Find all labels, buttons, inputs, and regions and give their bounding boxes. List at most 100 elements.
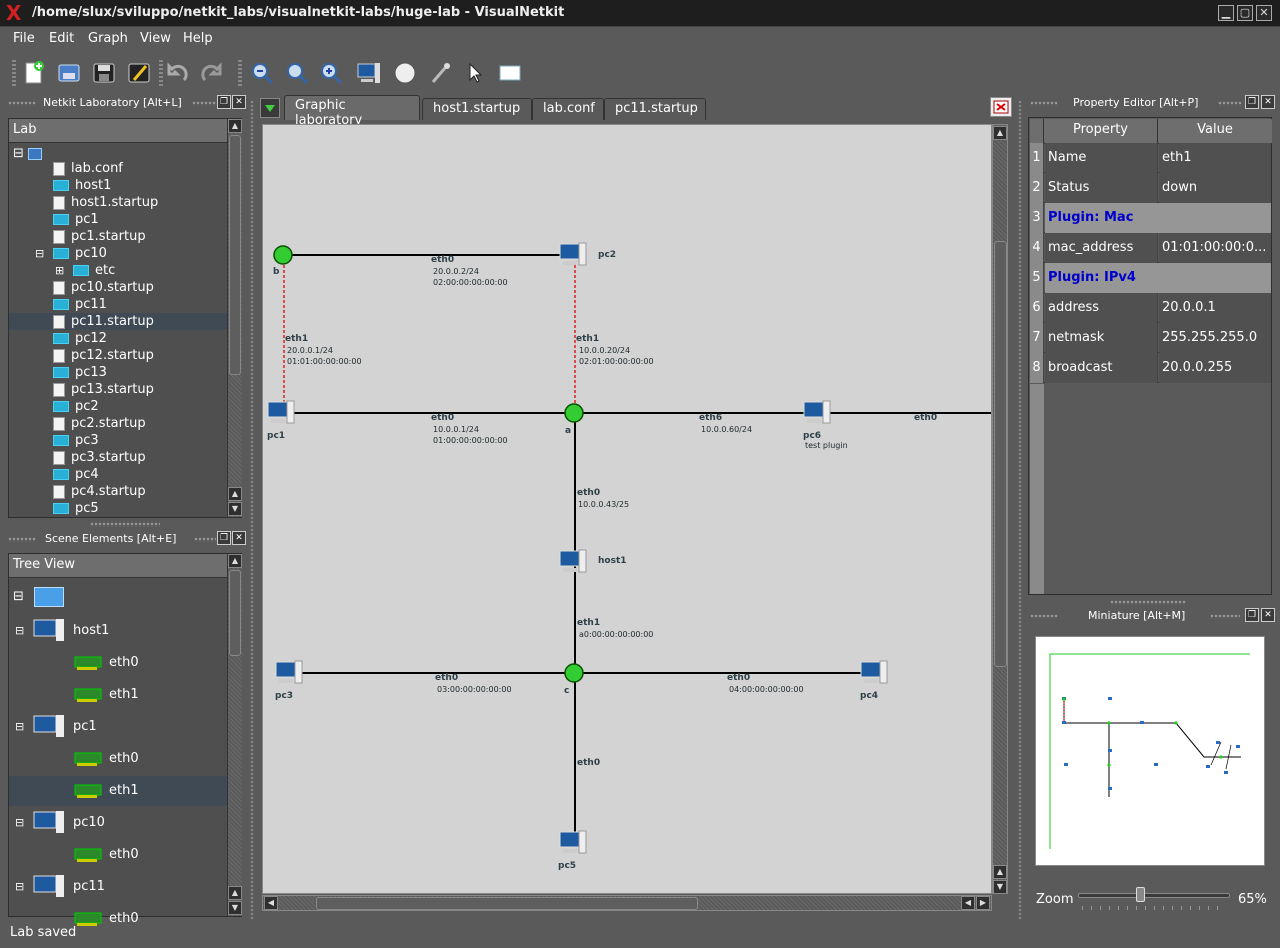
dock-grip[interactable]	[1030, 101, 1058, 106]
property-row[interactable]: 7 netmask 255.255.255.0	[1030, 323, 1271, 353]
lab-tree-item[interactable]: ⊟ pc10	[35, 245, 223, 262]
node-a[interactable]	[564, 403, 584, 423]
lab-tree-item[interactable]: pc10.startup	[53, 279, 223, 296]
zoom-fit-icon[interactable]	[284, 60, 310, 86]
scroll-left-button-2[interactable]: ◀	[961, 896, 975, 910]
scroll-thumb[interactable]	[229, 135, 241, 375]
property-value[interactable]: 01:01:00:00:0...	[1159, 233, 1271, 263]
host-pc1-icon[interactable]	[267, 400, 297, 426]
scroll-down-button[interactable]: ▼	[228, 502, 242, 516]
lab-tree-item[interactable]: host1	[53, 177, 223, 194]
scene-dock-close-button[interactable]: ✕	[232, 531, 246, 545]
property-dock-float-button[interactable]: ❐	[1245, 95, 1259, 109]
undo-icon[interactable]	[164, 60, 190, 86]
node-b[interactable]	[273, 245, 293, 265]
host-pc2-icon[interactable]	[559, 242, 589, 268]
pointer-icon[interactable]	[462, 60, 488, 86]
scene-tree-item[interactable]: eth0	[73, 744, 253, 774]
zoom-slider-track[interactable]	[1078, 893, 1230, 898]
dock-grip-right[interactable]	[192, 101, 216, 106]
menu-graph[interactable]: Graph	[88, 31, 128, 46]
menu-help[interactable]: Help	[183, 31, 213, 46]
scene-tree-item[interactable]: eth0	[73, 904, 253, 934]
scroll-down-button[interactable]: ▼	[993, 880, 1007, 894]
dock-grip[interactable]	[1030, 614, 1058, 619]
zoom-in-icon[interactable]	[318, 60, 344, 86]
close-tab-button[interactable]	[990, 97, 1012, 117]
lab-tree-item[interactable]: pc4.startup	[53, 483, 223, 500]
host-pc3-icon[interactable]	[275, 660, 305, 686]
add-collision-domain-icon[interactable]	[392, 60, 418, 86]
lab-dock-close-button[interactable]: ✕	[232, 95, 246, 109]
dock-grip[interactable]	[8, 101, 36, 106]
maximize-button[interactable]: ▢	[1237, 5, 1253, 21]
property-value[interactable]: down	[1159, 173, 1271, 203]
lab-tree-item[interactable]: pc3	[53, 432, 223, 449]
lab-tree-item[interactable]: pc12.startup	[53, 347, 223, 364]
lab-tree-item[interactable]: pc1	[53, 211, 223, 228]
toolbar-grip[interactable]	[12, 60, 16, 88]
scroll-down-button[interactable]: ▼	[228, 901, 242, 915]
lab-tree-item[interactable]: pc11	[53, 296, 223, 313]
menu-view[interactable]: View	[140, 31, 171, 46]
dock-splitter[interactable]	[90, 522, 160, 527]
scroll-thumb[interactable]	[229, 570, 241, 656]
host-pc4-icon[interactable]	[860, 660, 890, 686]
canvas-hscrollbar[interactable]: ◀ ◀ ▶	[262, 895, 992, 911]
scroll-thumb[interactable]	[316, 897, 698, 910]
miniature-dock-close-button[interactable]: ✕	[1261, 608, 1275, 622]
property-value[interactable]: 20.0.0.1	[1159, 293, 1271, 323]
host-host1-icon[interactable]	[559, 549, 589, 575]
lab-tree-item[interactable]: pc11.startup	[9, 313, 227, 330]
col-header-value[interactable]: Value	[1158, 119, 1272, 144]
miniature-view[interactable]	[1035, 636, 1265, 866]
property-plugin-row[interactable]: 3 Plugin: Mac	[1030, 203, 1271, 233]
lab-tree-item[interactable]: pc5	[53, 500, 223, 517]
add-link-icon[interactable]	[427, 60, 453, 86]
property-row[interactable]: 4 mac_address 01:01:00:00:0...	[1030, 233, 1271, 263]
add-host-icon[interactable]	[356, 60, 382, 86]
property-plugin-row[interactable]: 5 Plugin: IPv4	[1030, 263, 1271, 293]
scroll-up-button-2[interactable]: ▲	[228, 886, 242, 900]
menu-edit[interactable]: Edit	[49, 31, 74, 46]
lab-tree-item[interactable]: pc3.startup	[53, 449, 223, 466]
host-pc5-icon[interactable]	[559, 830, 589, 856]
lab-tree-item[interactable]: host1.startup	[53, 194, 223, 211]
close-button[interactable]: ✕	[1256, 5, 1272, 21]
scene-tree-item[interactable]: eth1	[9, 776, 227, 806]
property-value[interactable]: 20.0.0.255	[1159, 353, 1271, 383]
host-pc6-icon[interactable]	[803, 400, 833, 426]
tab-lab-conf[interactable]: lab.conf	[532, 98, 604, 120]
lab-tree-item[interactable]: pc13.startup	[53, 381, 223, 398]
lab-tree-item[interactable]: pc2	[53, 398, 223, 415]
scroll-up-button-2[interactable]: ▲	[993, 865, 1007, 879]
splitter-left[interactable]	[250, 100, 254, 920]
lab-dock-float-button[interactable]: ❐	[217, 95, 231, 109]
scroll-up-button-2[interactable]: ▲	[228, 487, 242, 501]
property-value[interactable]: eth1	[1159, 143, 1271, 173]
lab-root-node[interactable]: ⊟	[13, 145, 53, 162]
tab-menu-button[interactable]	[260, 98, 280, 118]
scroll-left-button[interactable]: ◀	[264, 896, 278, 910]
scene-tree-item[interactable]: eth0	[73, 648, 253, 678]
select-area-icon[interactable]	[497, 60, 523, 86]
graph-canvas[interactable]: b pc2 pc1 a pc6 test plugin host1 pc3 c …	[262, 124, 992, 894]
scene-root-node[interactable]: ⊟	[13, 584, 83, 610]
scroll-thumb[interactable]	[994, 241, 1007, 667]
dock-grip-right[interactable]	[1210, 614, 1240, 619]
dock-grip-right[interactable]	[1218, 101, 1242, 106]
property-value[interactable]: 255.255.255.0	[1159, 323, 1271, 353]
scroll-up-button[interactable]: ▲	[993, 126, 1007, 140]
scene-tree-item[interactable]: ⊟ pc11	[15, 872, 213, 902]
zoom-out-icon[interactable]	[249, 60, 275, 86]
dock-splitter[interactable]	[1110, 600, 1186, 605]
dock-grip[interactable]	[8, 537, 36, 542]
lab-tree-item[interactable]: pc13	[53, 364, 223, 381]
tab-graphic-laboratory[interactable]: Graphic laboratory	[284, 95, 420, 128]
lab-tree-item[interactable]: pc1.startup	[53, 228, 223, 245]
lab-tree-item[interactable]: lab.conf	[53, 160, 223, 177]
lab-tree-scrollbar[interactable]: ▲ ▲ ▼	[227, 119, 242, 517]
splitter-right[interactable]	[1018, 100, 1022, 920]
tab-host1-startup[interactable]: host1.startup	[422, 98, 532, 120]
scroll-right-button[interactable]: ▶	[976, 896, 990, 910]
